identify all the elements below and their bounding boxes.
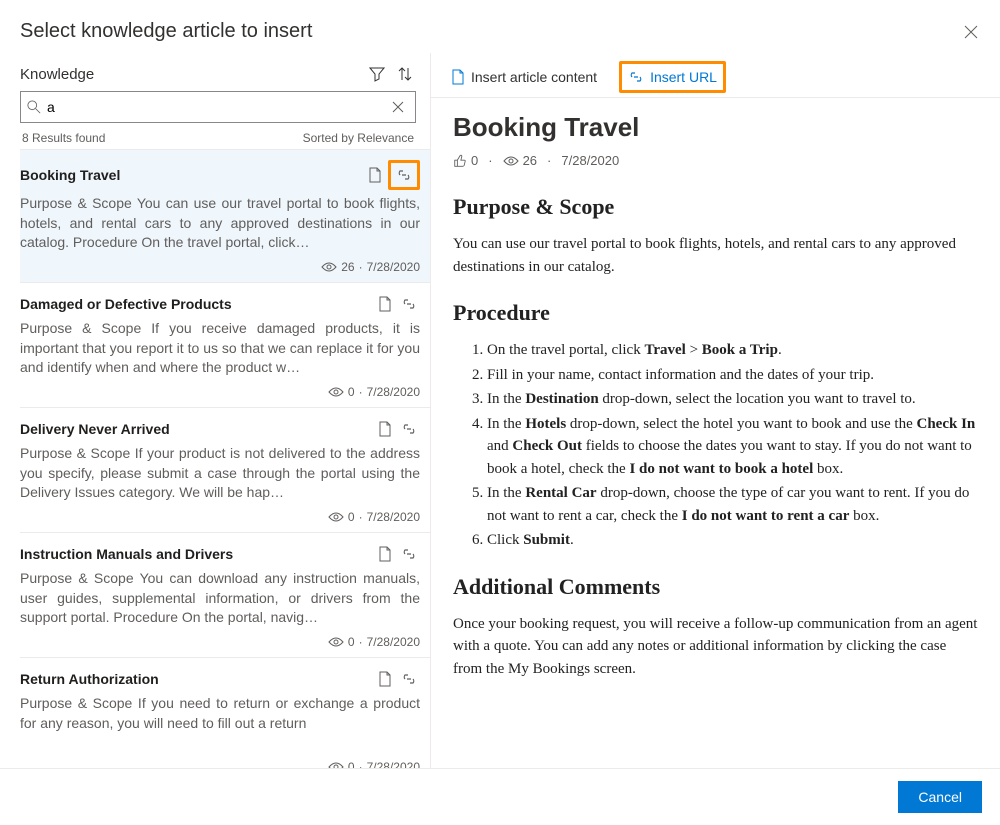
result-meta: 0·7/28/2020: [20, 510, 420, 524]
result-meta: 0·7/28/2020: [20, 635, 420, 649]
likes-count: 0: [471, 153, 478, 168]
views-icon: 26: [503, 153, 537, 168]
result-insert-url-icon[interactable]: [393, 164, 415, 186]
results-list[interactable]: Booking Travel Purpose & Scope You can us…: [20, 149, 430, 768]
result-views: 0: [348, 385, 355, 399]
sorted-by: Sorted by Relevance: [303, 131, 414, 145]
paragraph-additional: Once your booking request, you will rece…: [453, 613, 978, 681]
heading-procedure: Procedure: [453, 296, 978, 329]
heading-additional: Additional Comments: [453, 570, 978, 603]
heading-purpose: Purpose & Scope: [453, 190, 978, 223]
result-date: 7/28/2020: [367, 635, 420, 649]
result-snippet: Purpose & Scope If you need to return or…: [20, 694, 420, 754]
result-title: Instruction Manuals and Drivers: [20, 546, 374, 562]
result-title: Return Authorization: [20, 671, 374, 687]
thumbs-up-icon[interactable]: 0: [453, 153, 478, 168]
result-card[interactable]: Delivery Never Arrived Purpose & Scope If…: [20, 408, 430, 533]
highlighted-tab: Insert URL: [619, 61, 726, 93]
result-views: 26: [341, 260, 354, 274]
result-snippet: Purpose & Scope If your product is not d…: [20, 444, 420, 504]
result-date: 7/28/2020: [367, 260, 420, 274]
document-icon: [451, 69, 465, 85]
result-meta: 26·7/28/2020: [20, 260, 420, 274]
result-title: Delivery Never Arrived: [20, 421, 374, 437]
result-views: 0: [348, 510, 355, 524]
knowledge-header: Knowledge: [20, 66, 360, 83]
views-icon: [328, 387, 344, 397]
dialog-title: Select knowledge article to insert: [20, 20, 962, 43]
result-insert-content-icon[interactable]: [364, 164, 386, 186]
result-card[interactable]: Return Authorization Purpose & Scope If y…: [20, 658, 430, 768]
result-date: 7/28/2020: [367, 385, 420, 399]
results-count: 8 Results found: [22, 131, 105, 145]
result-insert-url-icon[interactable]: [398, 543, 420, 565]
result-insert-content-icon[interactable]: [374, 543, 396, 565]
preview-title: Booking Travel: [453, 112, 978, 143]
tab-insert-content-label: Insert article content: [471, 69, 597, 85]
views-count: 26: [523, 153, 537, 168]
result-snippet: Purpose & Scope You can use our travel p…: [20, 194, 420, 254]
result-insert-url-icon[interactable]: [398, 293, 420, 315]
result-meta: 0·7/28/2020: [20, 385, 420, 399]
result-card[interactable]: Booking Travel Purpose & Scope You can us…: [20, 150, 430, 283]
clear-search-icon[interactable]: [387, 96, 409, 118]
result-views: 0: [348, 635, 355, 649]
views-icon: [321, 262, 337, 272]
result-card[interactable]: Damaged or Defective Products Purpose & S…: [20, 283, 430, 408]
sort-icon[interactable]: [394, 63, 416, 85]
close-icon[interactable]: [962, 23, 980, 41]
paragraph-purpose: You can use our travel portal to book fl…: [453, 233, 978, 278]
result-insert-url-icon[interactable]: [398, 418, 420, 440]
article-body: Purpose & Scope You can use our travel p…: [453, 190, 978, 680]
result-date: 7/28/2020: [367, 760, 420, 768]
cancel-button[interactable]: Cancel: [898, 781, 982, 813]
procedure-steps: On the travel portal, click Travel > Boo…: [453, 339, 978, 552]
search-icon: [27, 100, 41, 114]
search-input-container[interactable]: [20, 91, 416, 123]
views-icon: [328, 512, 344, 522]
result-title: Damaged or Defective Products: [20, 296, 374, 312]
tab-insert-url[interactable]: Insert URL: [624, 65, 721, 89]
filter-icon[interactable]: [366, 63, 388, 85]
result-snippet: Purpose & Scope You can download any ins…: [20, 569, 420, 629]
tab-insert-content[interactable]: Insert article content: [447, 65, 601, 89]
result-insert-content-icon[interactable]: [374, 293, 396, 315]
views-icon: [328, 637, 344, 647]
result-insert-content-icon[interactable]: [374, 668, 396, 690]
result-views: 0: [348, 760, 355, 768]
highlighted-link-action: [388, 160, 420, 190]
views-icon: [328, 762, 344, 768]
result-title: Booking Travel: [20, 167, 364, 183]
result-card[interactable]: Instruction Manuals and Drivers Purpose &…: [20, 533, 430, 658]
result-insert-content-icon[interactable]: [374, 418, 396, 440]
preview-date: 7/28/2020: [561, 153, 619, 168]
result-insert-url-icon[interactable]: [398, 668, 420, 690]
search-input[interactable]: [41, 98, 381, 116]
tab-insert-url-label: Insert URL: [650, 69, 717, 85]
result-snippet: Purpose & Scope If you receive damaged p…: [20, 319, 420, 379]
link-icon: [628, 70, 644, 84]
result-meta: 0·7/28/2020: [20, 760, 420, 768]
result-date: 7/28/2020: [367, 510, 420, 524]
